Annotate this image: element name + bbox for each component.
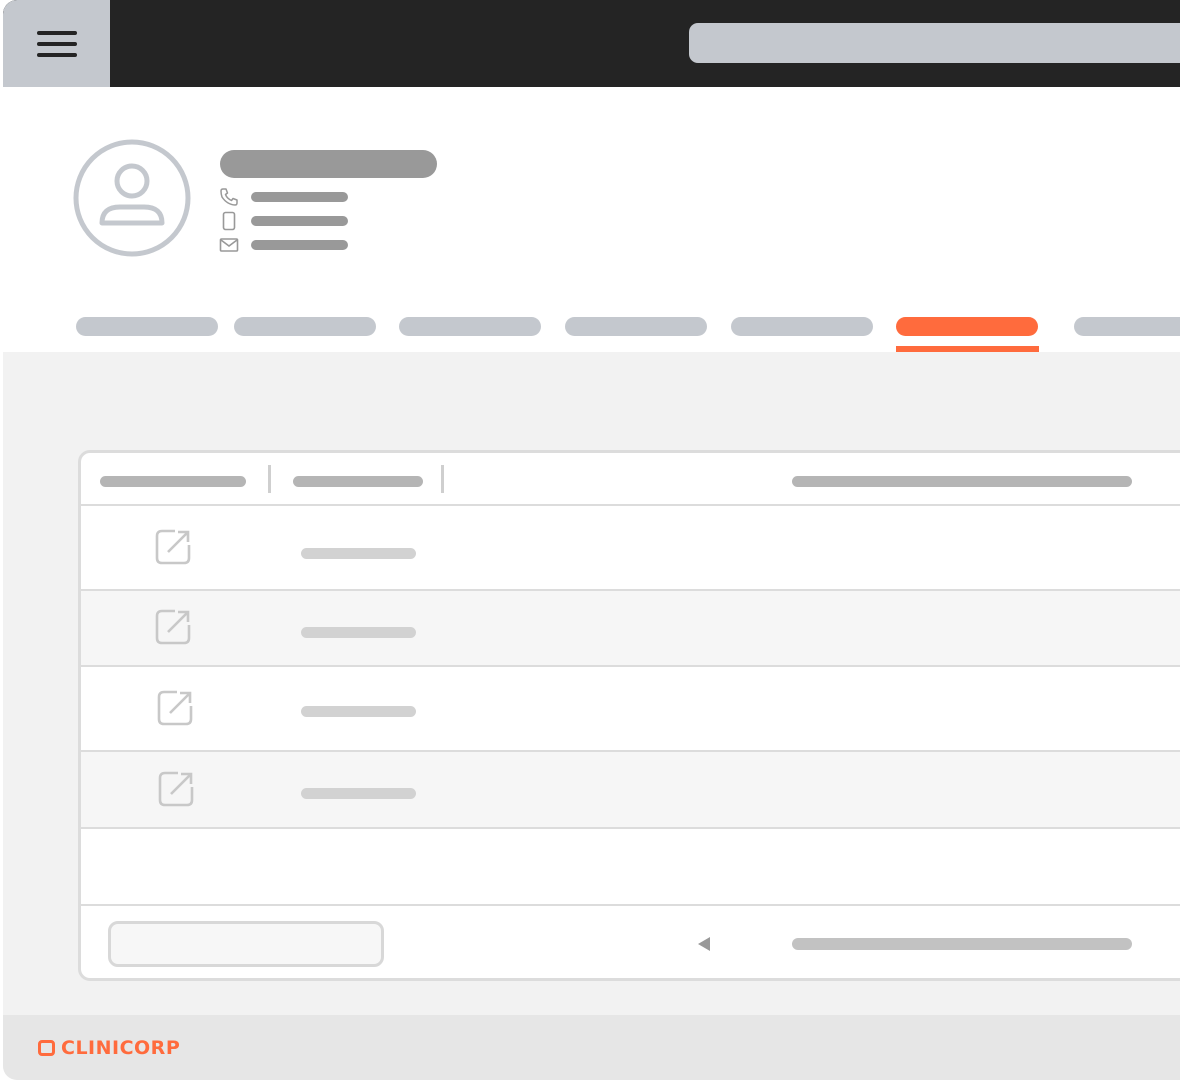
tab-6-active[interactable]: [896, 317, 1038, 336]
search-input[interactable]: [689, 23, 1180, 63]
patient-header: [3, 87, 1180, 352]
user-avatar-icon: [73, 139, 191, 257]
external-link-icon[interactable]: [156, 769, 196, 809]
contact-email: [219, 235, 348, 255]
phone-value: [251, 192, 348, 202]
table-row: [81, 667, 1180, 752]
contact-mobile: [219, 211, 348, 231]
column-header-3[interactable]: [792, 476, 1132, 487]
top-bar: [3, 0, 1180, 87]
hamburger-icon[interactable]: [3, 0, 110, 87]
table-row: [81, 752, 1180, 829]
table-pagination: [81, 904, 1180, 978]
brand-name: CLINICORP: [61, 1037, 181, 1059]
table-row: [81, 506, 1180, 591]
external-link-icon[interactable]: [155, 688, 195, 728]
tab-2[interactable]: [234, 317, 376, 336]
tab-3[interactable]: [399, 317, 541, 336]
table-header: [81, 453, 1180, 506]
app-window: CLINICORP: [3, 0, 1180, 1080]
row-value: [301, 706, 416, 717]
records-table: [78, 450, 1180, 981]
mobile-icon: [222, 211, 236, 231]
page-info: [792, 938, 1132, 950]
row-value: [301, 548, 416, 559]
mail-icon: [219, 238, 239, 252]
mobile-value: [251, 216, 348, 226]
table-row-empty: [81, 829, 1180, 904]
column-header-1[interactable]: [100, 476, 246, 487]
email-value: [251, 240, 348, 250]
column-divider[interactable]: [441, 465, 444, 493]
column-divider[interactable]: [268, 465, 271, 493]
patient-name: [220, 150, 437, 178]
brand-logo-icon: [38, 1040, 55, 1056]
page-size-select[interactable]: [108, 921, 384, 967]
tab-4[interactable]: [565, 317, 707, 336]
tab-5[interactable]: [731, 317, 873, 336]
tab-7[interactable]: [1074, 317, 1180, 336]
table-row: [81, 591, 1180, 667]
row-value: [301, 788, 416, 799]
tab-1[interactable]: [76, 317, 218, 336]
row-value: [301, 627, 416, 638]
external-link-icon[interactable]: [153, 527, 193, 567]
external-link-icon[interactable]: [153, 607, 193, 647]
chevron-left-icon[interactable]: [695, 935, 713, 953]
phone-icon: [220, 188, 238, 206]
brand-logo: CLINICORP: [38, 1037, 180, 1059]
footer: CLINICORP: [3, 1015, 1180, 1080]
active-tab-indicator: [896, 346, 1039, 352]
contact-phone: [219, 187, 348, 207]
column-header-2[interactable]: [293, 476, 423, 487]
